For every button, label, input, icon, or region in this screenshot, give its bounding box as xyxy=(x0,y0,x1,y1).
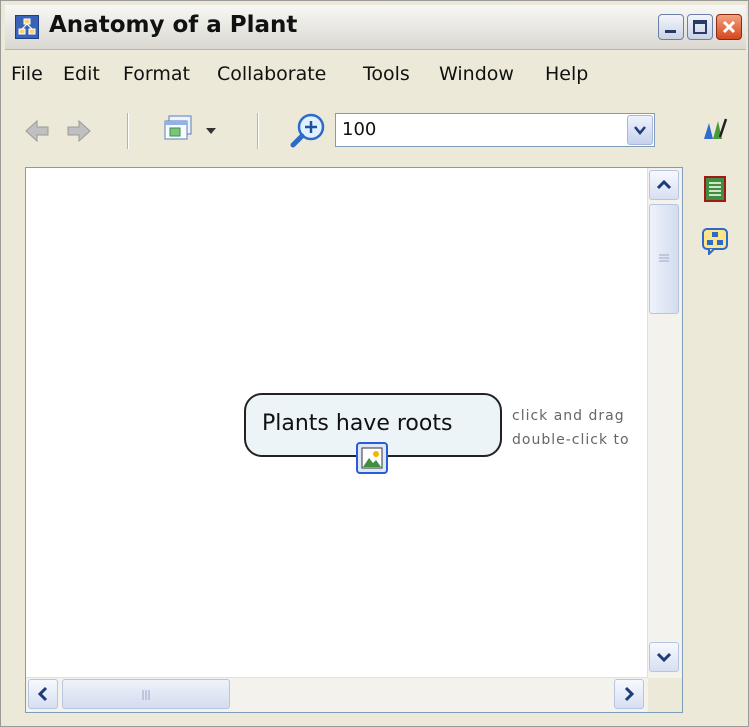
close-icon xyxy=(722,20,736,34)
hint-text-double-click: double-click to xyxy=(512,432,630,448)
toolbar-separator xyxy=(127,113,129,149)
chevron-down-icon xyxy=(206,128,216,134)
vertical-scroll-thumb[interactable] xyxy=(649,204,679,314)
zoom-select[interactable]: 100 xyxy=(335,113,655,147)
concept-map-canvas[interactable]: Plants have roots click and drag double-… xyxy=(25,167,683,713)
horizontal-scrollbar[interactable] xyxy=(26,677,648,712)
toolbar: 100 xyxy=(5,99,746,163)
app-window: Anatomy of a Plant File Edit Format Coll… xyxy=(0,0,749,727)
image-resource-icon xyxy=(361,447,383,469)
chevron-up-icon xyxy=(656,179,672,190)
horizontal-scroll-thumb[interactable] xyxy=(62,679,230,709)
title-bar[interactable]: Anatomy of a Plant xyxy=(5,5,746,50)
zoom-in-icon[interactable] xyxy=(289,111,329,151)
concept-map-icon xyxy=(15,15,39,39)
views-dropdown-icon xyxy=(164,115,192,140)
scroll-right-button[interactable] xyxy=(614,679,644,709)
back-arrow-icon[interactable] xyxy=(23,117,51,145)
menu-tools[interactable]: Tools xyxy=(363,63,410,85)
grip-icon xyxy=(659,254,669,262)
minimize-button[interactable] xyxy=(658,14,684,40)
chevron-left-icon xyxy=(37,686,48,702)
menu-window[interactable]: Window xyxy=(439,63,514,85)
menu-bar: File Edit Format Collaborate Tools Windo… xyxy=(5,57,746,91)
zoom-value: 100 xyxy=(342,119,377,140)
minimize-icon xyxy=(665,30,676,33)
menu-collaborate[interactable]: Collaborate xyxy=(217,63,326,85)
concept-label: Plants have roots xyxy=(262,411,453,436)
styles-palette-icon[interactable] xyxy=(701,115,729,143)
forward-arrow-icon[interactable] xyxy=(65,117,93,145)
vertical-scrollbar[interactable] xyxy=(647,168,682,678)
menu-format[interactable]: Format xyxy=(123,63,190,85)
chevron-right-icon xyxy=(624,686,635,702)
image-resource-button[interactable] xyxy=(356,442,388,474)
menu-file[interactable]: File xyxy=(11,63,43,85)
scroll-up-button[interactable] xyxy=(649,170,679,200)
close-button[interactable] xyxy=(716,14,742,40)
scrollbar-corner xyxy=(648,678,682,712)
maximize-button[interactable] xyxy=(687,14,713,40)
chevron-down-icon xyxy=(634,126,646,135)
toolbar-separator xyxy=(257,113,259,149)
menu-edit[interactable]: Edit xyxy=(63,63,100,85)
hint-text-drag: click and drag xyxy=(512,408,625,424)
scroll-left-button[interactable] xyxy=(28,679,58,709)
window-title: Anatomy of a Plant xyxy=(49,12,298,38)
outline-view-icon[interactable] xyxy=(701,227,729,255)
list-view-icon[interactable] xyxy=(701,175,729,203)
chevron-down-icon xyxy=(656,652,672,663)
grip-icon xyxy=(142,690,150,700)
maximize-icon xyxy=(693,20,707,34)
zoom-dropdown-button[interactable] xyxy=(627,115,653,145)
scroll-down-button[interactable] xyxy=(649,642,679,672)
views-dropdown-button[interactable] xyxy=(161,111,235,151)
menu-help[interactable]: Help xyxy=(545,63,588,85)
